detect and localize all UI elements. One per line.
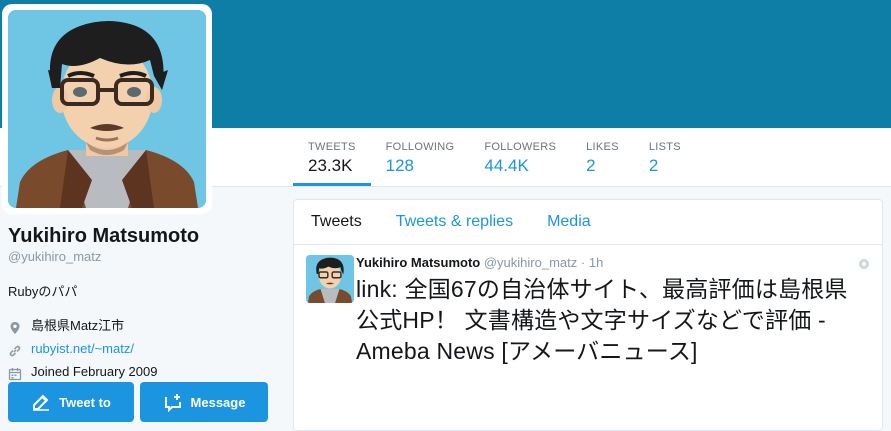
message-label: Message — [190, 394, 246, 410]
stat-likes-label: LIKES — [586, 141, 619, 153]
tweet-header: Yukihiro Matsumoto @yukihiro_matz · 1h — [356, 255, 870, 270]
tab-tweets[interactable]: Tweets — [294, 213, 379, 231]
stat-followers[interactable]: FOLLOWERS 44.4K — [469, 128, 571, 186]
tweet-to-button[interactable]: Tweet to — [8, 382, 134, 422]
new-message-icon — [164, 394, 181, 412]
stat-followers-label: FOLLOWERS — [484, 141, 557, 153]
profile-avatar[interactable] — [8, 10, 206, 208]
profile-stats: TWEETS 23.3K FOLLOWING 128 FOLLOWERS 44.… — [293, 128, 696, 186]
compose-icon — [33, 394, 50, 411]
tab-tweets-and-replies[interactable]: Tweets & replies — [379, 213, 530, 231]
tweet-to-label: Tweet to — [59, 394, 111, 410]
link-icon — [8, 342, 22, 356]
profile-meta: 島根県Matz江市 rubyist.net/~matz/ Joined Febr… — [8, 314, 278, 383]
tweet-text: link: 全国67の自治体サイト、最高評価は島根県公式HP！ 文書構造や文字サ… — [356, 276, 848, 364]
message-button[interactable]: Message — [140, 382, 268, 422]
stat-followers-value: 44.4K — [484, 156, 529, 175]
tweet-separator: · — [580, 255, 586, 270]
tab-media[interactable]: Media — [530, 213, 608, 231]
stat-tweets[interactable]: TWEETS 23.3K — [293, 128, 371, 186]
tweet-options-icon[interactable] — [858, 257, 870, 269]
stat-lists-label: LISTS — [648, 141, 681, 153]
timeline: Tweets Tweets & replies Media Yukihiro M… — [293, 199, 883, 431]
tweet[interactable]: Yukihiro Matsumoto @yukihiro_matz · 1h l… — [294, 245, 882, 367]
stat-following-value: 128 — [385, 156, 415, 175]
profile-name[interactable]: Yukihiro Matsumoto — [8, 224, 278, 248]
timeline-tabs: Tweets Tweets & replies Media — [294, 200, 882, 245]
stat-lists[interactable]: LISTS 2 — [634, 128, 696, 186]
stat-lists-value: 2 — [648, 156, 659, 175]
profile-avatar-frame — [2, 4, 212, 214]
profile-sidebar: Yukihiro Matsumoto @yukihiro_matz Rubyのパ… — [8, 224, 278, 383]
profile-bio: Rubyのパパ — [8, 284, 78, 299]
tweet-author-handle[interactable]: @yukihiro_matz — [484, 255, 577, 270]
stat-tweets-label: TWEETS — [308, 141, 356, 153]
profile-location-row: 島根県Matz江市 — [8, 314, 278, 337]
tweet-author-name[interactable]: Yukihiro Matsumoto — [356, 255, 480, 270]
stat-likes-value: 2 — [586, 156, 596, 175]
profile-joined: Joined February 2009 — [31, 364, 158, 379]
tweet-avatar[interactable] — [306, 255, 354, 303]
location-pin-icon — [8, 319, 22, 334]
profile-website-row: rubyist.net/~matz/ — [8, 337, 278, 360]
stat-following[interactable]: FOLLOWING 128 — [371, 128, 470, 186]
stat-likes[interactable]: LIKES 2 — [571, 128, 634, 186]
stat-tweets-value: 23.3K — [308, 156, 353, 175]
profile-actions: Tweet to Message — [8, 382, 268, 422]
profile-website-link[interactable]: rubyist.net/~matz/ — [31, 337, 134, 360]
profile-location: 島根県Matz江市 — [31, 318, 125, 333]
stat-following-label: FOLLOWING — [385, 141, 455, 153]
tweet-timestamp[interactable]: 1h — [589, 255, 603, 270]
profile-handle[interactable]: @yukihiro_matz — [8, 249, 278, 264]
profile-joined-row: Joined February 2009 — [8, 360, 278, 383]
calendar-icon — [8, 365, 22, 380]
